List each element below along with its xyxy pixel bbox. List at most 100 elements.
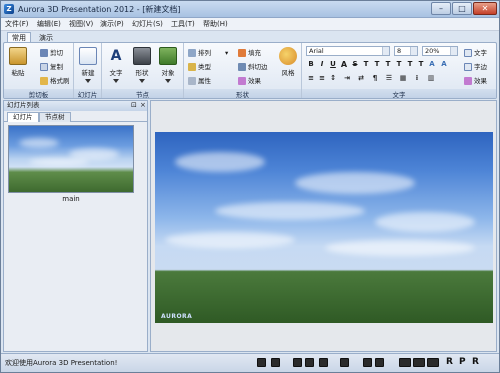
paste-icon bbox=[9, 47, 27, 65]
app-window: Z Aurora 3D Presentation 2012 - [新建文档] –… bbox=[0, 0, 500, 373]
view-mode-3-icon[interactable] bbox=[427, 358, 439, 367]
align-left-icon[interactable]: ≡ bbox=[306, 74, 316, 82]
menu-edit[interactable]: 编辑(E) bbox=[37, 19, 61, 29]
menu-file[interactable]: 文件(F) bbox=[5, 19, 29, 29]
minimize-button[interactable]: – bbox=[431, 2, 451, 15]
close-button[interactable]: ✕ bbox=[473, 2, 497, 15]
attribute-button[interactable]: 属性 bbox=[188, 75, 211, 85]
object-node-button[interactable]: 对象 bbox=[157, 47, 179, 83]
list-icon[interactable]: ☰ bbox=[384, 74, 394, 82]
cloud bbox=[295, 172, 415, 194]
paste-button[interactable]: 粘贴 bbox=[7, 47, 29, 77]
text-node-button[interactable]: A 文字 bbox=[105, 47, 127, 83]
strikethrough-icon[interactable]: S bbox=[350, 60, 360, 68]
chevron-down-icon bbox=[382, 47, 389, 55]
menu-bar: 文件(F) 编辑(E) 视图(V) 演示(P) 幻灯片(S) 工具(T) 帮助(… bbox=[1, 18, 499, 31]
camera-icon[interactable] bbox=[340, 358, 349, 367]
font-size-select[interactable]: 8 bbox=[394, 46, 418, 56]
grid-icon[interactable] bbox=[319, 358, 328, 367]
tab-node-tree[interactable]: 节点树 bbox=[39, 112, 71, 122]
group-label-slides: 幻灯片 bbox=[74, 89, 101, 99]
underline-icon[interactable]: U bbox=[328, 60, 338, 68]
text-color-icon[interactable]: A bbox=[427, 60, 437, 68]
text-direction-icon[interactable]: ⇄ bbox=[356, 74, 366, 82]
record-icon[interactable] bbox=[257, 358, 266, 367]
pause-icon[interactable] bbox=[293, 358, 302, 367]
superscript-icon[interactable]: T bbox=[383, 60, 393, 68]
format-painter-label: 格式刷 bbox=[50, 77, 70, 85]
render-mode-p[interactable]: P bbox=[459, 357, 466, 367]
group-shape: 排列 ▾ 类型 属性 填充 斜切边 效果 风格 形状 bbox=[184, 43, 302, 99]
type-button[interactable]: 类型 bbox=[188, 61, 211, 71]
attribute-icon bbox=[188, 77, 196, 85]
style-button[interactable]: 风格 bbox=[277, 47, 299, 77]
fill-button[interactable]: 填充 bbox=[238, 47, 261, 57]
shape-effect-button[interactable]: 效果 bbox=[238, 75, 261, 85]
text-effect-button[interactable]: 效果 bbox=[464, 75, 487, 85]
text-highlight-icon[interactable]: A bbox=[439, 60, 449, 68]
menu-help[interactable]: 帮助(H) bbox=[203, 19, 228, 29]
columns-icon[interactable]: ▥ bbox=[426, 74, 436, 82]
group-clipboard: 粘贴 剪切 复制 格式刷 剪切板 bbox=[4, 43, 74, 99]
line-spacing-icon[interactable]: ↕ bbox=[328, 74, 338, 82]
bold-icon[interactable]: B bbox=[306, 60, 316, 68]
style-label: 风格 bbox=[281, 69, 295, 77]
text-style-icon bbox=[464, 49, 472, 57]
next-frame-icon[interactable] bbox=[375, 358, 384, 367]
font-family-select[interactable]: Arial bbox=[306, 46, 390, 56]
canvas-area: AURORA bbox=[150, 100, 497, 352]
arrange-button[interactable]: 排列 ▾ bbox=[188, 47, 228, 57]
cut-button[interactable]: 剪切 bbox=[40, 47, 63, 57]
italic-icon[interactable]: I bbox=[317, 60, 327, 68]
align-center-icon[interactable]: ≡ bbox=[317, 74, 327, 82]
text-shadow-icon[interactable]: T bbox=[405, 60, 415, 68]
font-family-value: Arial bbox=[309, 47, 324, 55]
bevel-button[interactable]: 斜切边 bbox=[238, 61, 268, 71]
play-icon[interactable] bbox=[271, 358, 280, 367]
subscript-icon[interactable]: T bbox=[372, 60, 382, 68]
menu-tools[interactable]: 工具(T) bbox=[171, 19, 195, 29]
zoom-select[interactable]: 20% bbox=[422, 46, 458, 56]
group-slides: 新建 幻灯片 bbox=[74, 43, 102, 99]
pin-icon[interactable]: ⊡ bbox=[131, 101, 137, 110]
menu-view[interactable]: 视图(V) bbox=[69, 19, 93, 29]
slide-thumbnail[interactable] bbox=[8, 125, 134, 193]
slide-stage[interactable]: AURORA bbox=[155, 132, 493, 323]
text-style-button[interactable]: 文字 bbox=[464, 47, 487, 57]
table-icon[interactable]: ▦ bbox=[398, 74, 408, 82]
object-node-label: 对象 bbox=[161, 69, 175, 77]
indent-icon[interactable]: ⇥ bbox=[342, 74, 352, 82]
view-mode-2-icon[interactable] bbox=[413, 358, 425, 367]
paste-label: 粘贴 bbox=[11, 69, 25, 77]
text-3d-icon[interactable]: T bbox=[416, 60, 426, 68]
text-outline-icon[interactable]: T bbox=[394, 60, 404, 68]
image-object-icon bbox=[159, 47, 177, 65]
arrange-icon bbox=[188, 49, 196, 57]
view-mode-1-icon[interactable] bbox=[399, 358, 411, 367]
menu-slide[interactable]: 幻灯片(S) bbox=[132, 19, 163, 29]
effect-icon bbox=[238, 77, 246, 85]
text-effect-label: 效果 bbox=[474, 77, 487, 85]
cloud bbox=[325, 240, 475, 256]
text-transform-icon[interactable]: T bbox=[361, 60, 371, 68]
prev-frame-icon[interactable] bbox=[363, 358, 372, 367]
copy-button[interactable]: 复制 bbox=[40, 61, 63, 71]
stop-icon[interactable] bbox=[305, 358, 314, 367]
font-a-icon[interactable]: A bbox=[339, 60, 349, 69]
format-painter-button[interactable]: 格式刷 bbox=[40, 75, 70, 85]
maximize-button[interactable]: □ bbox=[452, 2, 472, 15]
type-icon bbox=[188, 63, 196, 71]
fill-bucket-icon bbox=[238, 49, 246, 57]
render-mode-r2[interactable]: R bbox=[472, 357, 479, 367]
tab-slides[interactable]: 幻灯片 bbox=[7, 112, 39, 122]
new-slide-button[interactable]: 新建 bbox=[78, 47, 98, 83]
render-mode-r[interactable]: R bbox=[446, 357, 453, 367]
bullets-icon[interactable]: ⁝ bbox=[412, 74, 422, 82]
brush-icon bbox=[40, 77, 48, 85]
shape-node-button[interactable]: 形状 bbox=[131, 47, 153, 83]
close-icon[interactable]: × bbox=[140, 101, 146, 110]
char-spacing-button[interactable]: 字边 bbox=[464, 61, 487, 71]
paragraph-icon[interactable]: ¶ bbox=[370, 74, 380, 82]
menu-present[interactable]: 演示(P) bbox=[100, 19, 124, 29]
ribbon: 粘贴 剪切 复制 格式刷 剪切板 新建 幻灯片 A 文字 形状 对象 节点 排列… bbox=[3, 42, 497, 99]
